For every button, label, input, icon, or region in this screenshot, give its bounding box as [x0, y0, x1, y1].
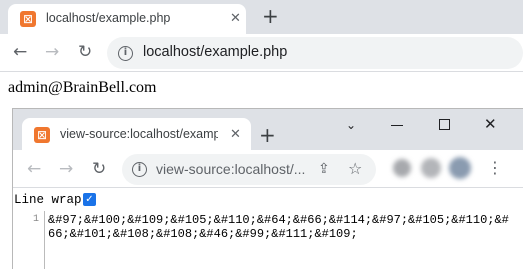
new-tab-button[interactable]: +: [259, 125, 276, 145]
back-button[interactable]: ←: [27, 159, 41, 179]
forward-button[interactable]: →: [45, 42, 59, 62]
view-source-window: ⊠ view-source:localhost/example.php ✕ + …: [12, 108, 523, 269]
source-code-area: 1 &#97;&#100;&#109;&#105;&#110;&#64;&#66…: [13, 211, 523, 269]
inner-tab-title: view-source:localhost/example.php: [60, 127, 218, 141]
line-wrap-control: Line wrap ✓: [13, 188, 523, 211]
new-tab-button[interactable]: +: [262, 6, 279, 26]
outer-toolbar: ← → ↻ i localhost/example.php: [0, 34, 523, 72]
outer-tab-example-php[interactable]: ⊠ localhost/example.php ✕: [8, 4, 246, 34]
url-text[interactable]: localhost/example.php: [143, 44, 287, 60]
maximize-icon[interactable]: [439, 119, 450, 130]
reload-button[interactable]: ↻: [92, 159, 106, 179]
outer-tab-title: localhost/example.php: [46, 11, 171, 25]
line-wrap-label: Line wrap: [14, 193, 82, 207]
source-code-line: &#97;&#100;&#109;&#105;&#110;&#64;&#66;&…: [48, 213, 509, 241]
bookmark-star-icon[interactable]: ☆: [348, 159, 362, 178]
xampp-favicon-icon: ⊠: [20, 11, 36, 27]
window-close-icon[interactable]: ✕: [484, 116, 497, 132]
reload-button[interactable]: ↻: [78, 42, 92, 62]
xampp-favicon-icon: ⊠: [34, 127, 50, 143]
outer-tab-strip: ⊠ localhost/example.php ✕ +: [0, 0, 523, 34]
line-number-gutter: 1: [13, 211, 45, 269]
url-text[interactable]: view-source:localhost/...: [156, 161, 306, 177]
close-icon[interactable]: ✕: [230, 11, 241, 26]
back-button[interactable]: ←: [13, 42, 27, 62]
extension-icon[interactable]: [393, 159, 411, 177]
share-icon[interactable]: ⇪: [318, 161, 330, 177]
line-wrap-checkbox[interactable]: ✓: [83, 193, 96, 206]
inner-tab-view-source[interactable]: ⊠ view-source:localhost/example.php ✕: [22, 118, 251, 150]
minimize-icon[interactable]: [391, 125, 403, 126]
site-info-icon[interactable]: i: [118, 46, 133, 61]
more-menu-icon[interactable]: ⋮: [487, 158, 503, 178]
extension-icon[interactable]: [421, 158, 441, 178]
forward-button[interactable]: →: [59, 159, 73, 179]
chevron-down-icon[interactable]: ⌄: [346, 117, 356, 133]
close-icon[interactable]: ✕: [230, 127, 241, 142]
inner-tab-strip: ⊠ view-source:localhost/example.php ✕ + …: [13, 109, 523, 150]
address-bar[interactable]: i localhost/example.php: [107, 37, 523, 69]
page-email-text: admin@BrainBell.com: [8, 79, 157, 96]
line-number: 1: [32, 214, 39, 225]
address-bar[interactable]: i view-source:localhost/... ⇪ ☆: [122, 154, 376, 185]
inner-toolbar: ← → ↻ i view-source:localhost/... ⇪ ☆ ⋮: [13, 150, 523, 188]
profile-avatar-icon[interactable]: [449, 157, 471, 179]
site-info-icon[interactable]: i: [132, 162, 147, 177]
